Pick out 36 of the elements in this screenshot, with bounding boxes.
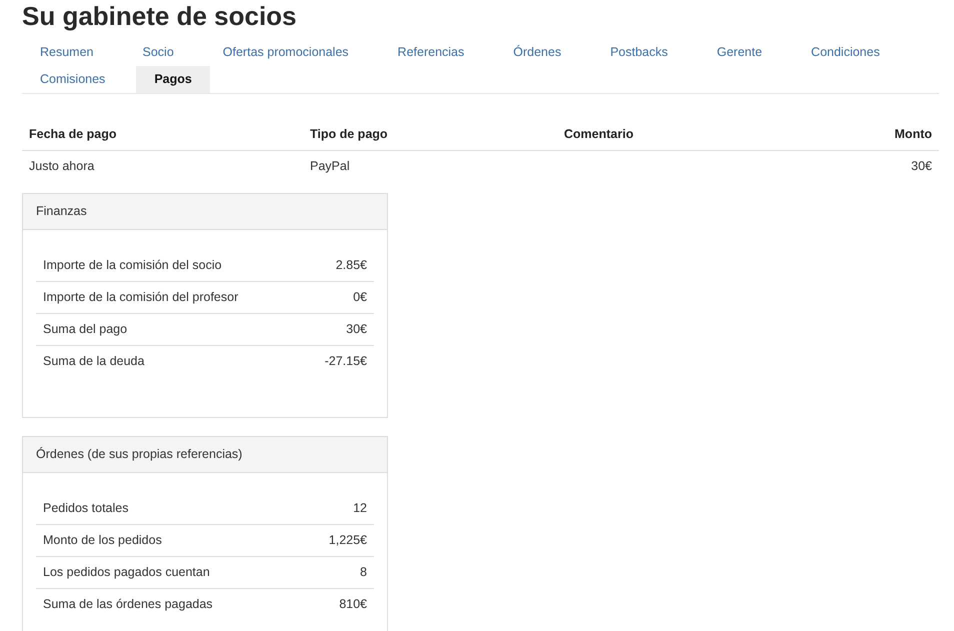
stat-label: Suma de la deuda xyxy=(43,353,144,370)
table-cell: Justo ahora xyxy=(22,150,303,181)
stat-label: Pedidos totales xyxy=(43,500,128,517)
stat-label: Suma del pago xyxy=(43,321,128,338)
tab[interactable]: Pagos xyxy=(136,66,210,93)
stat-value: 1,225€ xyxy=(328,532,367,549)
tab[interactable]: Condiciones xyxy=(793,39,898,66)
stat-label: Importe de la comisión del socio xyxy=(43,257,222,274)
stat-value: 810€ xyxy=(339,596,367,613)
stat-label: Importe de la comisión del profesor xyxy=(43,289,238,306)
tab[interactable]: Postbacks xyxy=(592,39,686,66)
stat-value: 2.85€ xyxy=(336,257,367,274)
stat-value: 12 xyxy=(353,500,367,517)
tab[interactable]: Resumen xyxy=(22,39,112,66)
panel-header: Órdenes (de sus propias referencias) xyxy=(23,437,387,473)
panel-header: Finanzas xyxy=(23,194,387,230)
tab[interactable]: Socio xyxy=(124,39,192,66)
stat-value: -27.15€ xyxy=(324,353,367,370)
stat-value: 0€ xyxy=(353,289,367,306)
stat-value: 8 xyxy=(360,564,367,581)
tab[interactable]: Ofertas promocionales xyxy=(204,39,367,66)
column-header: Monto xyxy=(793,122,939,150)
tab[interactable]: Gerente xyxy=(698,39,780,66)
page-title: Su gabinete de socios xyxy=(22,0,298,31)
table-cell: 30€ xyxy=(793,150,939,181)
tab[interactable]: Comisiones xyxy=(22,66,124,93)
stat-label: Los pedidos pagados cuentan xyxy=(43,564,210,581)
column-header: Comentario xyxy=(557,122,794,150)
stat-label: Suma de las órdenes pagadas xyxy=(43,596,213,613)
tab[interactable]: Referencias xyxy=(380,39,482,66)
stat-label: Monto de los pedidos xyxy=(43,532,162,549)
tab[interactable]: Órdenes xyxy=(495,39,580,66)
table-cell: PayPal xyxy=(303,150,557,181)
stat-value: 30€ xyxy=(346,321,367,338)
column-header: Fecha de pago xyxy=(22,122,303,150)
column-header: Tipo de pago xyxy=(303,122,557,150)
